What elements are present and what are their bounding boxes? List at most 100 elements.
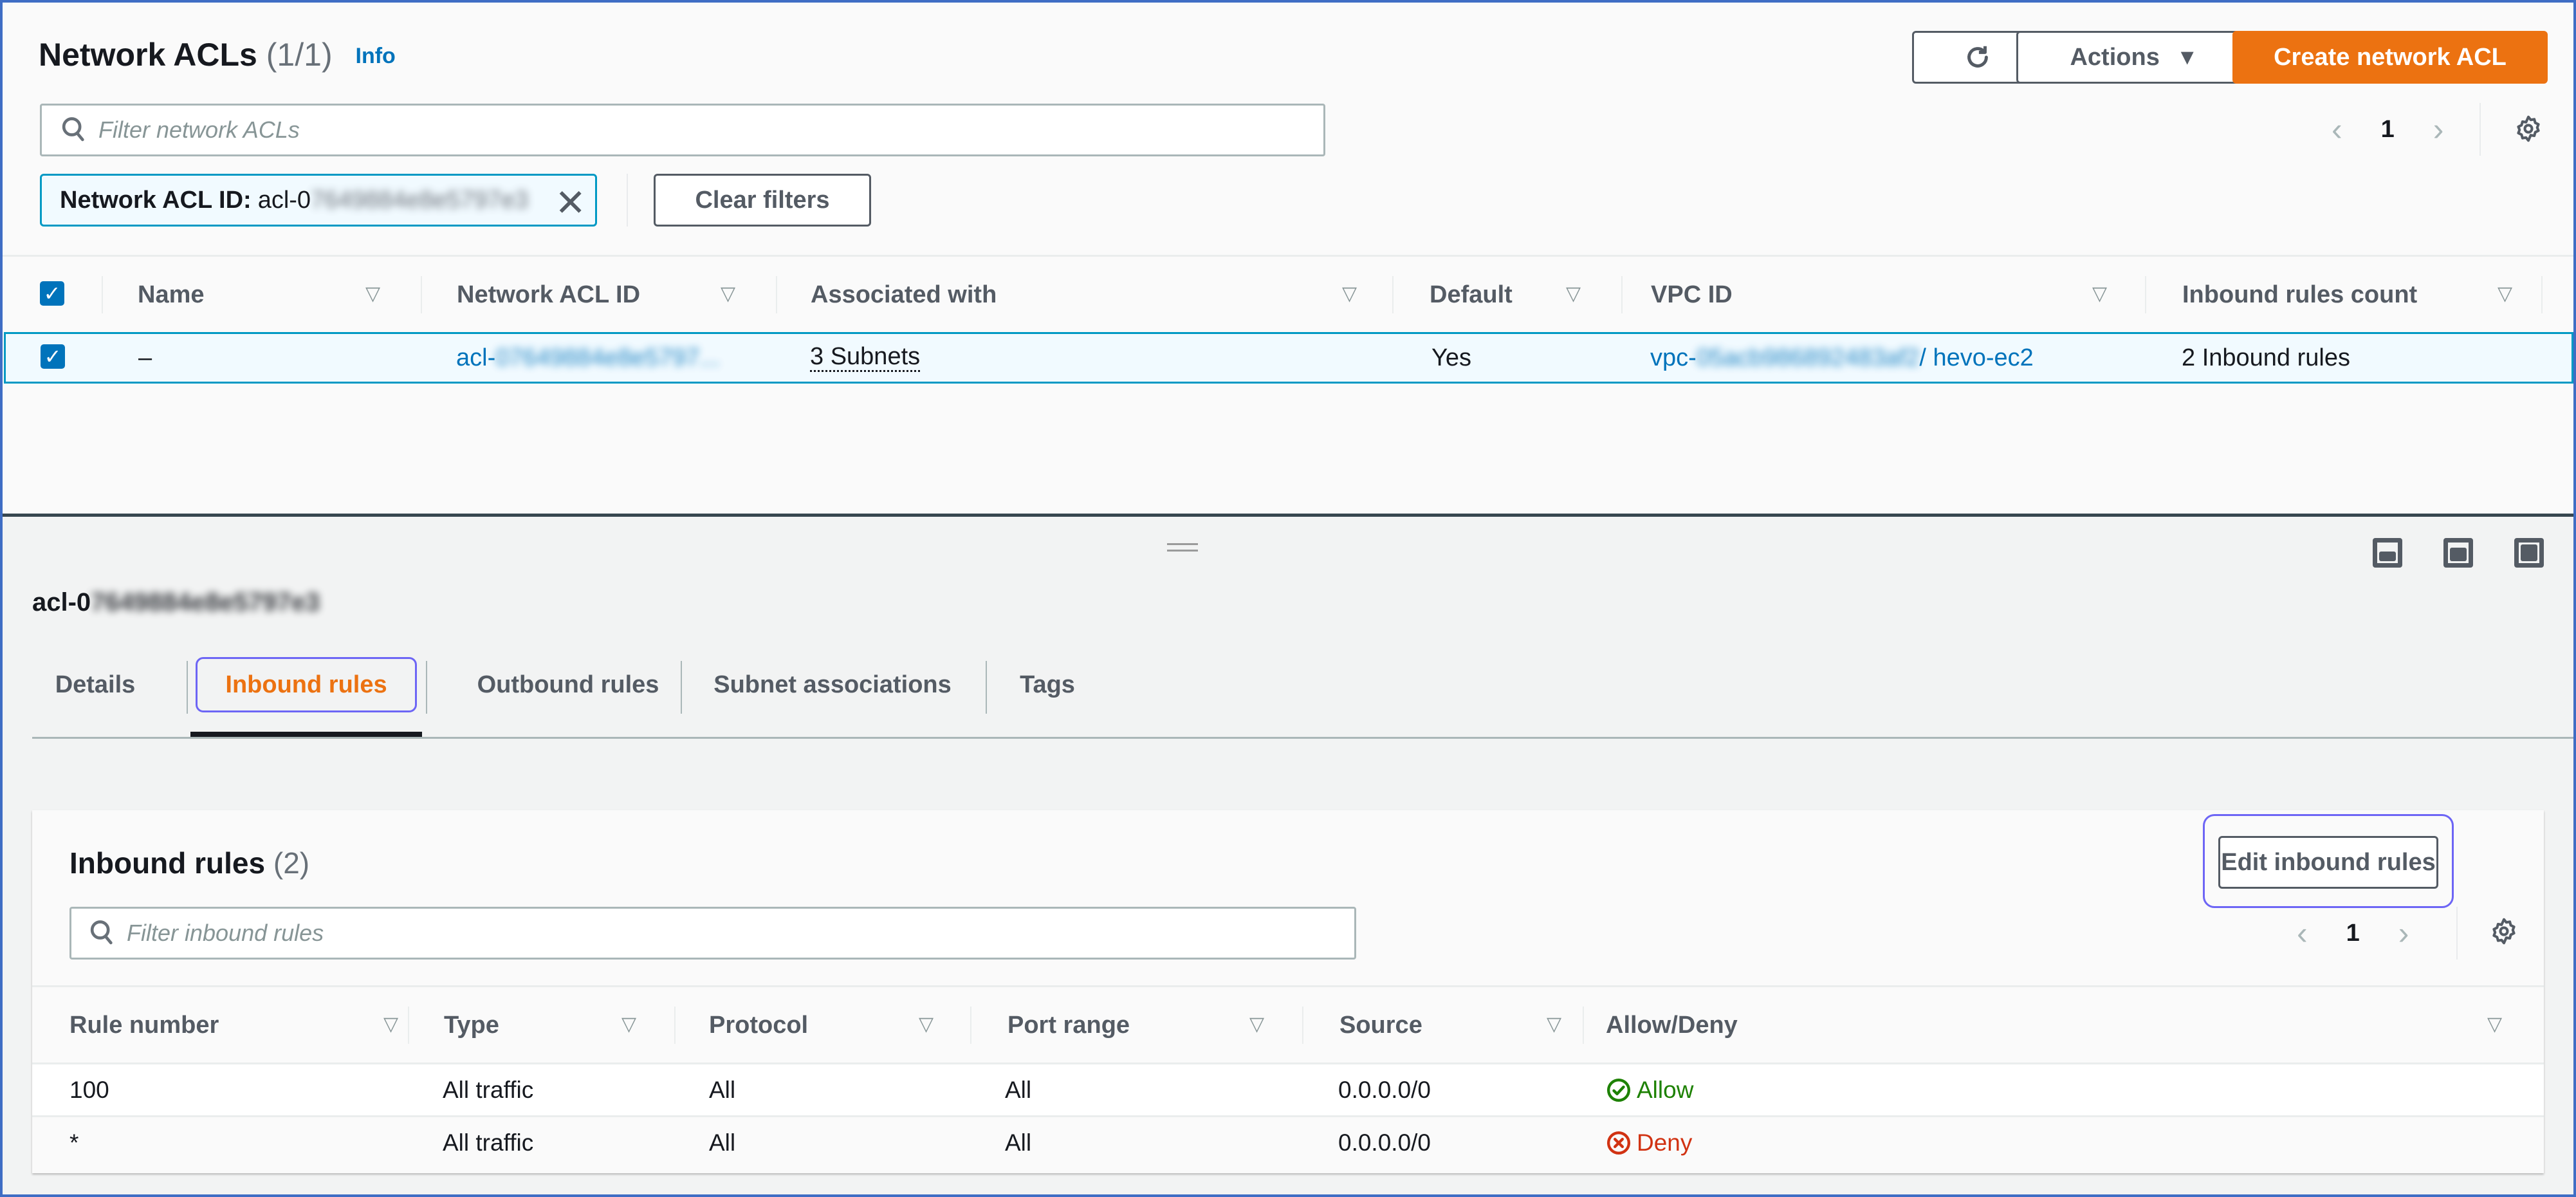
sort-icon[interactable]: ▽ (365, 283, 380, 305)
split-panel-bottom-small-icon[interactable] (2373, 538, 2402, 568)
column-header-protocol[interactable]: Protocol ▽ (709, 987, 979, 1063)
tab-label: Outbound rules (477, 671, 659, 698)
select-all-checkbox[interactable]: ✓ (40, 281, 64, 306)
vpc-name: / hevo-ec2 (1919, 344, 2034, 371)
column-header-source[interactable]: Source ▽ (1339, 987, 1584, 1063)
acl-id-redacted: 07649884e8e5797... (495, 344, 720, 371)
cell-type: All traffic (443, 1129, 534, 1156)
page-title-text: Network ACLs (39, 37, 257, 73)
sort-icon[interactable]: ▽ (383, 1013, 398, 1035)
resize-handle-icon[interactable] (1167, 543, 1198, 553)
cell-inbound-rules-count: 2 Inbound rules (2182, 344, 2350, 371)
split-panel-full-icon[interactable] (2514, 538, 2544, 568)
tab-divider (426, 661, 427, 714)
sort-icon[interactable]: ▽ (1342, 283, 1357, 305)
column-label: Network ACL ID (457, 281, 641, 308)
cell-vpc-id[interactable]: vpc- 05acb986892483af2 / hevo-ec2 (1650, 334, 2034, 382)
column-header-port-range[interactable]: Port range ▽ (1007, 987, 1316, 1063)
tab-subnet-associations[interactable]: Subnet associations (685, 649, 980, 720)
detail-tabs: Details Inbound rules Outbound rules Sub… (32, 649, 2573, 739)
row-checkbox[interactable]: ✓ (41, 344, 65, 369)
tab-label: Tags (1020, 671, 1075, 698)
tab-inbound-rules[interactable]: Inbound rules (190, 649, 422, 720)
sort-icon[interactable]: ▽ (1249, 1013, 1264, 1035)
associated-subnets-popover[interactable]: 3 Subnets (810, 343, 921, 373)
tab-tags[interactable]: Tags (989, 649, 1105, 720)
edit-inbound-rules-button[interactable]: Edit inbound rules (2218, 836, 2438, 889)
column-label: Type (444, 1011, 499, 1039)
table-row[interactable]: ✓ – acl- 07649884e8e5797... 3 Subnets Ye… (4, 332, 2573, 384)
table-row[interactable]: 100 All traffic All All 0.0.0.0/0 Allow (32, 1062, 2544, 1115)
clear-filters-button[interactable]: Clear filters (654, 174, 871, 227)
filter-token-value: acl-0 (257, 186, 311, 214)
column-header-inbound-rules-count[interactable]: Inbound rules count ▽ (2182, 257, 2530, 333)
caret-down-icon: ▼ (2176, 44, 2198, 70)
column-label: Allow/Deny (1606, 1011, 1738, 1039)
tab-details[interactable]: Details (32, 649, 158, 720)
actions-label: Actions (2070, 43, 2160, 71)
network-acls-list-pane: Network ACLs (1/1) Info Actions ▼ Create… (3, 3, 2573, 515)
chevron-left-icon[interactable]: ‹ (2297, 914, 2308, 952)
cell-allow-deny: Allow (1606, 1064, 1693, 1116)
page-number[interactable]: 1 (2381, 116, 2395, 144)
column-header-name[interactable]: Name ▽ (138, 257, 389, 333)
cell-protocol: All (709, 1077, 736, 1103)
column-header-default[interactable]: Default ▽ (1430, 257, 1610, 333)
settings-gear-icon[interactable] (2514, 115, 2543, 143)
sort-icon[interactable]: ▽ (2487, 1013, 2502, 1035)
acl-id-prefix: acl- (456, 344, 496, 371)
info-link[interactable]: Info (356, 44, 396, 68)
page-number[interactable]: 1 (2346, 920, 2360, 947)
sort-icon[interactable]: ▽ (1566, 283, 1581, 305)
column-divider (1583, 1007, 1584, 1044)
table-row[interactable]: * All traffic All All 0.0.0.0/0 Deny (32, 1115, 2544, 1168)
sort-icon[interactable]: ▽ (2498, 283, 2512, 305)
settings-gear-icon[interactable] (2490, 917, 2518, 945)
clear-filters-label: Clear filters (695, 186, 830, 214)
sort-icon[interactable]: ▽ (919, 1013, 934, 1035)
filter-network-acls-input[interactable]: Filter network ACLs (40, 104, 1325, 156)
column-divider (2145, 276, 2146, 313)
filter-network-acls-placeholder: Filter network ACLs (98, 116, 300, 143)
active-tab-indicator (190, 732, 422, 737)
actions-dropdown-button[interactable]: Actions ▼ (2016, 31, 2252, 84)
rules-pagination: ‹ 1 › (2297, 914, 2409, 952)
sort-icon[interactable]: ▽ (1547, 1013, 1561, 1035)
column-divider (1302, 1007, 1303, 1044)
chevron-right-icon[interactable]: › (2398, 914, 2409, 952)
column-label: Rule number (69, 1011, 219, 1039)
cell-port-range: All (1005, 1129, 1032, 1156)
split-panel-bottom-medium-icon[interactable] (2443, 538, 2473, 568)
column-header-type[interactable]: Type ▽ (444, 987, 688, 1063)
focus-ring (196, 657, 417, 712)
column-divider (674, 1007, 676, 1044)
chevron-right-icon[interactable]: › (2433, 111, 2444, 148)
filter-inbound-rules-input[interactable]: Filter inbound rules (69, 907, 1356, 960)
filter-divider (627, 174, 628, 227)
column-label: Associated with (811, 281, 997, 308)
cell-associated-with[interactable]: 3 Subnets (810, 334, 921, 382)
remove-filter-icon[interactable]: ✕ (555, 181, 586, 225)
sort-icon[interactable]: ▽ (621, 1013, 636, 1035)
sort-icon[interactable]: ▽ (2092, 283, 2107, 305)
column-header-network-acl-id[interactable]: Network ACL ID ▽ (457, 257, 746, 333)
sort-icon[interactable]: ▽ (721, 283, 735, 305)
tab-divider (986, 661, 987, 714)
create-network-acl-button[interactable]: Create network ACL (2232, 31, 2548, 84)
split-pane-divider[interactable] (3, 514, 2573, 517)
column-header-rule-number[interactable]: Rule number ▽ (69, 987, 410, 1063)
cell-network-acl-id[interactable]: acl- 07649884e8e5797... (456, 334, 720, 382)
inbound-rules-title: Inbound rules (2) (69, 846, 309, 880)
filter-inbound-rules-placeholder: Filter inbound rules (127, 920, 324, 946)
cell-source: 0.0.0.0/0 (1338, 1077, 1431, 1103)
column-label: Port range (1007, 1011, 1130, 1039)
column-header-vpc-id[interactable]: VPC ID ▽ (1651, 257, 2121, 333)
cell-protocol: All (709, 1129, 736, 1156)
column-header-associated-with[interactable]: Associated with ▽ (811, 257, 1370, 333)
chevron-left-icon[interactable]: ‹ (2332, 111, 2342, 148)
column-divider (1392, 276, 1394, 313)
tab-label: Subnet associations (713, 671, 952, 698)
tab-outbound-rules[interactable]: Outbound rules (430, 649, 706, 720)
column-header-allow-deny[interactable]: Allow/Deny ▽ (1606, 987, 2519, 1063)
column-label: Name (138, 281, 205, 308)
